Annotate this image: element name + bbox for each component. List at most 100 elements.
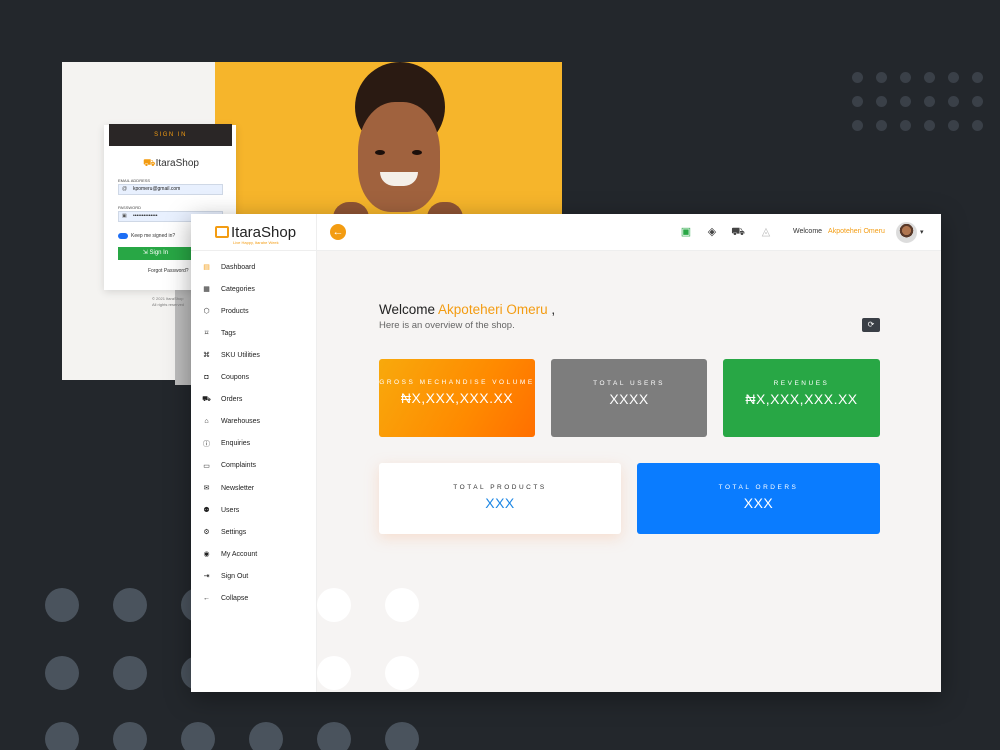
gmv-value: ₦X,XXX,XXX.XX <box>400 390 514 406</box>
gmv-card: GROSS MECHANDISE VOLUME ₦X,XXX,XXX.XX <box>379 359 535 437</box>
decorative-dot <box>948 72 959 83</box>
sidebar-item-categories[interactable]: ▦ Categories <box>202 282 255 296</box>
sidebar-item-dashboard[interactable]: ▤ Dashboard <box>202 260 255 274</box>
dashboard-window: ItaraShop Live Happy, Itarahe Week ← ▣ ◈… <box>191 214 941 692</box>
sidebar-item-label: Tags <box>221 329 236 337</box>
sidebar-item-label: Categories <box>221 285 255 293</box>
photo-eye <box>375 150 385 155</box>
photo-eye <box>412 150 422 155</box>
brand-tagline: Live Happy, Itarahe Week <box>233 240 279 245</box>
decorative-dot <box>852 96 863 107</box>
decorative-dot <box>972 72 983 83</box>
decorative-dot <box>317 722 351 750</box>
users-title: TOTAL USERS <box>593 380 665 387</box>
sidebar-item-newsletter[interactable]: ✉ Newsletter <box>202 481 255 495</box>
collapse-icon: ← <box>203 595 210 602</box>
decorative-dot <box>972 96 983 107</box>
decorative-dot <box>385 588 419 622</box>
decorative-dot <box>972 120 983 131</box>
decorative-dot <box>876 72 887 83</box>
sidebar-item-sku-utilities[interactable]: ⌘ SKU Utilities <box>202 348 260 362</box>
cart-icon[interactable]: ⛟ <box>731 225 745 239</box>
login-copyright: © 2021 ItaraShop All rights reserved <box>152 296 185 307</box>
email-field[interactable]: @ kpomeru@gmail.com <box>118 184 223 195</box>
decorative-dot <box>113 588 147 622</box>
decorative-dot <box>181 722 215 750</box>
decorative-dot <box>113 656 147 690</box>
decorative-dot <box>876 96 887 107</box>
sidebar-item-label: SKU Utilities <box>221 351 260 359</box>
dashboard-icon: ▤ <box>203 264 210 271</box>
overview-subtitle: Here is an overview of the shop. <box>379 320 515 331</box>
sidebar-item-label: Settings <box>221 528 247 536</box>
sidebar-item-label: Enquiries <box>221 440 251 448</box>
at-icon: @ <box>122 186 128 192</box>
sidebar-item-enquiries[interactable]: ⓘ Enquiries <box>202 437 250 451</box>
decorative-dot <box>924 72 935 83</box>
decorative-dot <box>852 120 863 131</box>
refresh-button[interactable]: ⟳ <box>862 318 880 332</box>
sidebar-item-label: Orders <box>221 396 243 404</box>
products-title: TOTAL PRODUCTS <box>453 484 547 491</box>
keep-signed-in-label: Keep me signed in? <box>131 233 176 239</box>
forgot-password-link[interactable]: Forgot Password? <box>148 268 189 274</box>
sidebar: ▤ Dashboard ▦ Categories ⬡ Products ⌑ Tags ⌘ SKU … <box>191 251 316 692</box>
coupon-icon: ◘ <box>204 374 209 381</box>
products-icon: ⬡ <box>203 308 210 316</box>
brand-logo[interactable]: ItaraShop Live Happy, Itarahe Week <box>215 224 296 245</box>
tag-icon: ⌑ <box>204 330 209 338</box>
decorative-dot-grid <box>852 72 992 136</box>
orders-value: XXX <box>743 495 774 511</box>
avatar[interactable] <box>896 222 917 243</box>
revenue-value: ₦X,XXX,XXX.XX <box>745 391 858 407</box>
decorative-dot <box>385 656 419 690</box>
sidebar-item-coupons[interactable]: ◘ Coupons <box>202 371 249 385</box>
complaint-icon: ▭ <box>203 462 210 470</box>
sidebar-item-label: Complaints <box>221 462 257 470</box>
sidebar-item-orders[interactable]: ⛟ Orders <box>202 393 242 407</box>
sidebar-item-tags[interactable]: ⌑ Tags <box>202 326 236 340</box>
decorative-dot <box>317 588 351 622</box>
sidebar-item-my-account[interactable]: ◉ My Account <box>202 547 257 561</box>
sidebar-item-label: Collapse <box>221 595 249 602</box>
products-value: XXX <box>485 495 515 511</box>
sidebar-item-users[interactable]: ⚉ Users <box>202 503 239 517</box>
store-icon[interactable]: ▣ <box>679 225 693 239</box>
sidebar-item-products[interactable]: ⬡ Products <box>202 304 249 318</box>
sidebar-item-sign-out[interactable]: ⇥ Sign Out <box>202 569 249 583</box>
sidebar-item-warehouses[interactable]: ⌂ Warehouses <box>202 415 260 429</box>
sidebar-item-complaints[interactable]: ▭ Complaints <box>202 459 256 473</box>
layers-icon[interactable]: ◈ <box>705 225 719 239</box>
top-bar: ItaraShop Live Happy, Itarahe Week ← ▣ ◈… <box>191 214 941 251</box>
email-label: EMAIL ADDRESS <box>118 178 151 183</box>
decorative-dot <box>948 120 959 131</box>
sidebar-item-settings[interactable]: ⚙ Settings <box>202 525 246 539</box>
decorative-dot <box>45 656 79 690</box>
welcome-user: Welcome Akpoteheri Omeru <box>793 228 885 235</box>
account-icon: ◉ <box>203 551 210 559</box>
sidebar-item-label: My Account <box>221 550 258 558</box>
enquiry-icon: ⓘ <box>203 440 210 448</box>
decorative-dot <box>45 722 79 750</box>
envelope-icon: ✉ <box>203 485 210 492</box>
sidebar-item-collapse[interactable]: ← Collapse <box>202 592 248 606</box>
sku-icon: ⌘ <box>203 352 210 360</box>
decorative-dot <box>45 588 79 622</box>
chevron-down-icon[interactable]: ▾ <box>920 228 924 236</box>
sidebar-item-label: Sign Out <box>221 572 249 580</box>
categories-icon: ▦ <box>203 286 210 294</box>
signout-icon: ⇥ <box>203 573 210 581</box>
orders-title: TOTAL ORDERS <box>718 484 799 491</box>
products-card: TOTAL PRODUCTS XXX <box>379 463 621 534</box>
decorative-dot <box>900 72 911 83</box>
photo-face <box>358 102 440 212</box>
decorative-dot <box>876 120 887 131</box>
bell-icon[interactable]: ◬ <box>759 225 773 239</box>
sidebar-item-label: Products <box>221 307 249 315</box>
revenue-title: REVENUES <box>773 380 830 387</box>
decorative-dot <box>317 656 351 690</box>
back-button[interactable]: ← <box>330 224 346 240</box>
sign-in-button[interactable]: ⇲ Sign In <box>118 247 193 260</box>
keep-signed-in-toggle[interactable] <box>118 233 128 239</box>
decorative-dot <box>924 96 935 107</box>
